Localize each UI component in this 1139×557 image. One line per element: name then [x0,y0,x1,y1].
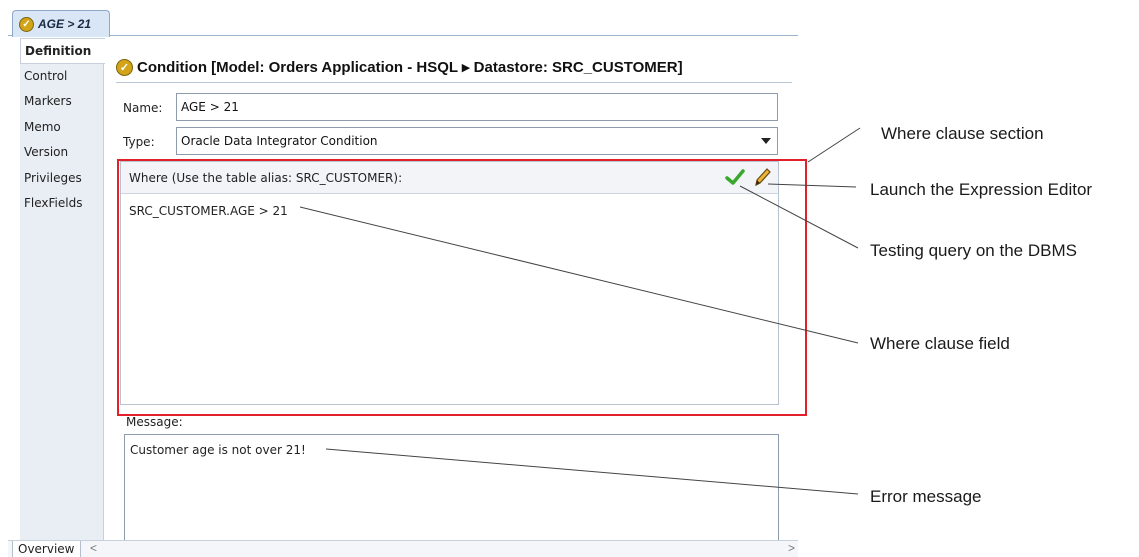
type-select-value: Oracle Data Integrator Condition [181,134,378,148]
annotation-testing-query: Testing query on the DBMS [870,241,1077,260]
title-row: ✓ Condition [Model: Orders Application -… [116,58,683,76]
tab-strip: ✓ AGE > 21 [8,10,798,37]
message-label: Message: [126,415,183,429]
tab-age-condition[interactable]: ✓ AGE > 21 [12,10,110,37]
editor-window: ✓ AGE > 21 Definition Control Markers Me… [8,0,807,557]
nav-item-definition[interactable]: Definition [20,38,105,64]
side-nav: Definition Control Markers Memo Version … [20,38,105,540]
check-circle-icon: ✓ [19,16,34,32]
chevron-down-icon[interactable] [761,138,771,144]
nav-item-flexfields[interactable]: FlexFields [20,191,103,217]
tab-overview[interactable]: Overview [12,541,81,557]
nav-item-memo[interactable]: Memo [20,115,103,141]
annotation-error-message: Error message [870,487,982,506]
message-text: Customer age is not over 21! [130,443,306,457]
name-label: Name: [123,101,163,115]
page-title: Condition [Model: Orders Application - H… [137,59,683,76]
scroll-left-arrow-icon[interactable]: < [90,541,97,555]
nav-item-version[interactable]: Version [20,140,103,166]
bottom-bar: Overview < > [8,540,798,557]
tab-label: AGE > 21 [38,17,92,31]
leader-where-section [807,127,861,163]
nav-item-privileges[interactable]: Privileges [20,166,103,192]
where-highlight-box [117,159,807,416]
type-select[interactable]: Oracle Data Integrator Condition [176,127,778,155]
check-circle-icon: ✓ [116,58,133,76]
annotation-where-section: Where clause section [881,124,1044,143]
nav-item-markers[interactable]: Markers [20,89,103,115]
type-label: Type: [123,135,155,149]
nav-item-control[interactable]: Control [20,64,103,90]
title-divider [116,82,792,83]
annotation-expression-editor: Launch the Expression Editor [870,180,1093,199]
scroll-right-arrow-icon[interactable]: > [788,541,795,555]
message-field[interactable]: Customer age is not over 21! [124,434,779,544]
name-field[interactable]: AGE > 21 [176,93,778,121]
annotation-where-field: Where clause field [870,334,1010,353]
